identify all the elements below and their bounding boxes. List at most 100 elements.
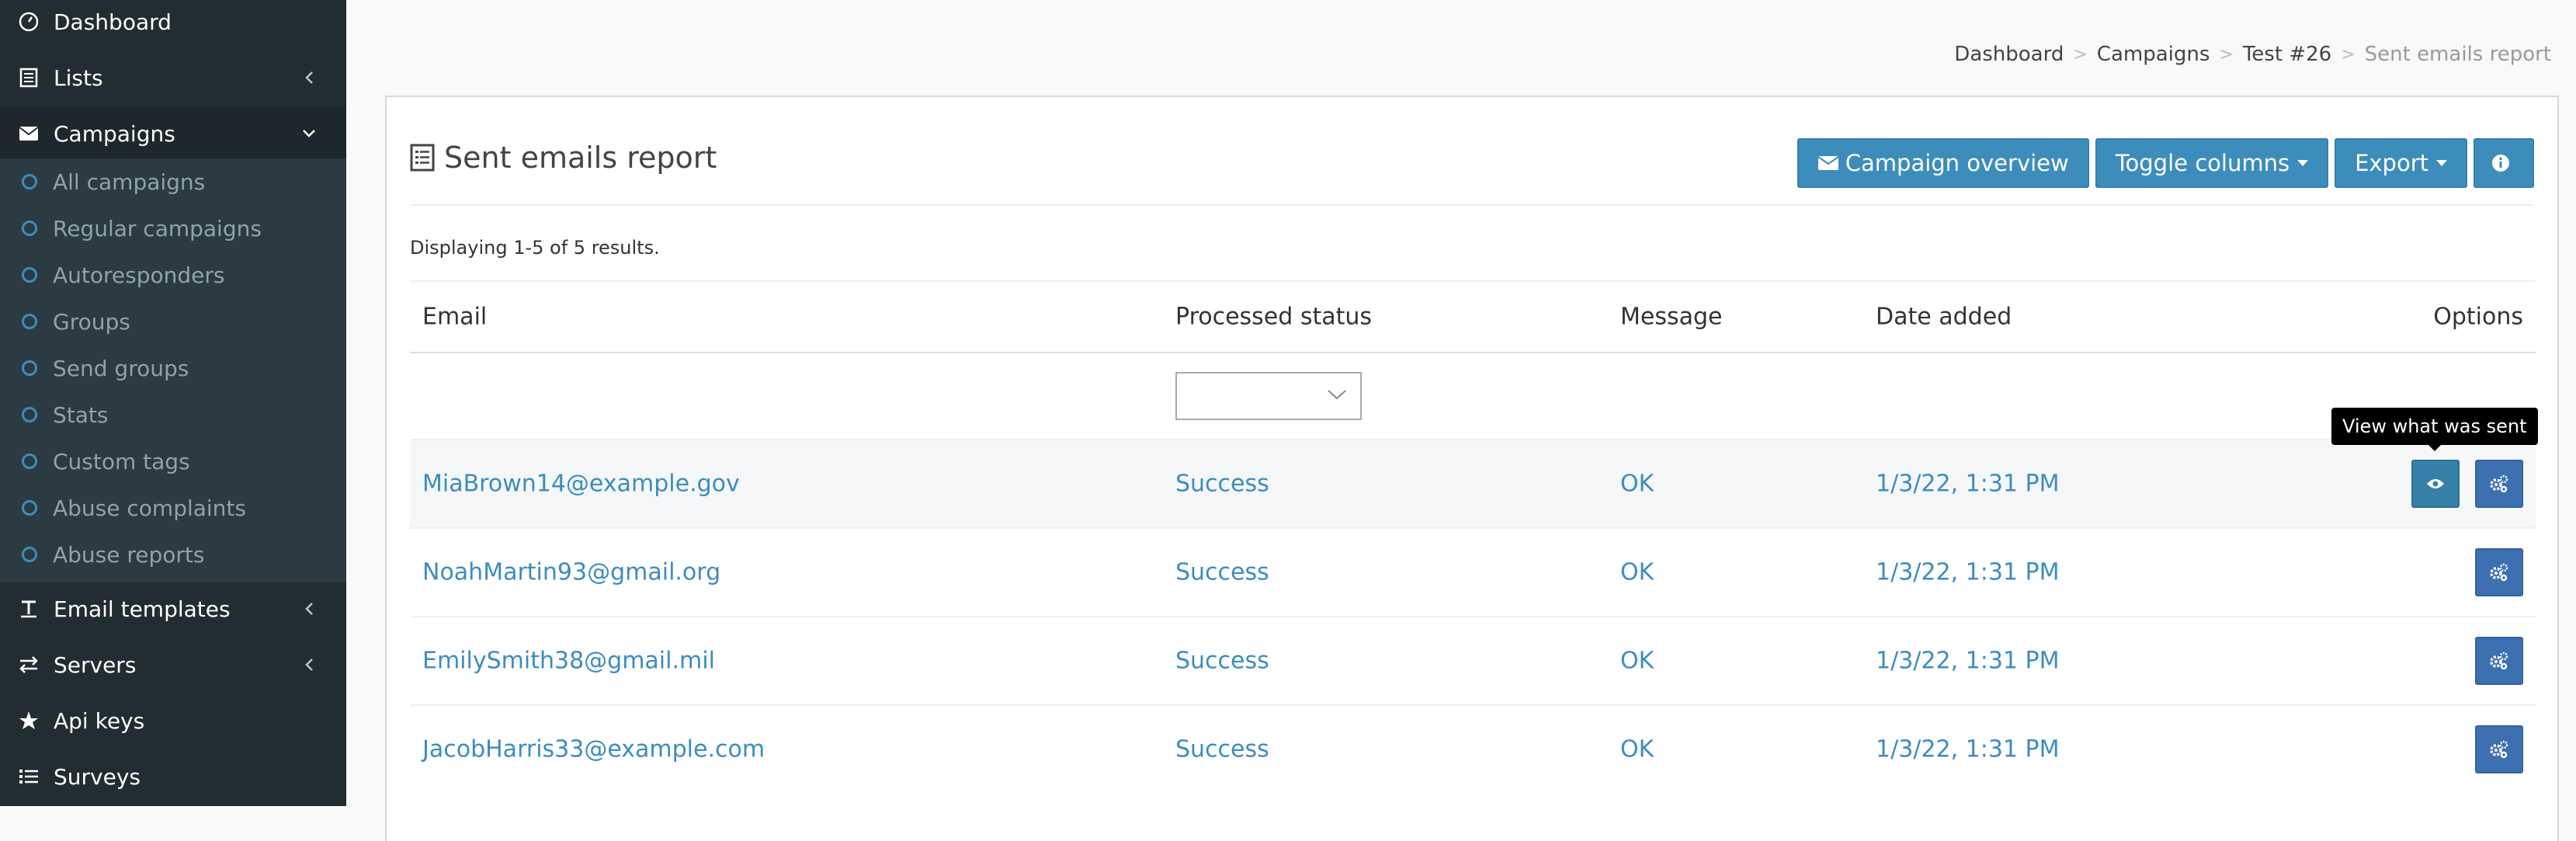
chevron-down-icon <box>301 126 317 141</box>
manage-button[interactable] <box>2475 637 2523 685</box>
toggle-columns-label: Toggle columns <box>2115 150 2290 176</box>
tooltip-arrow <box>2427 444 2442 451</box>
table-header: Email Processed status Message Date adde… <box>410 280 2536 352</box>
sidebar-item-servers[interactable]: Servers <box>0 637 346 693</box>
message-cell: OK <box>1620 735 1654 763</box>
breadcrumb-separator: > <box>2341 44 2356 64</box>
circle-icon <box>22 454 37 469</box>
status-cell: Success <box>1175 647 1269 675</box>
manage-button[interactable] <box>2475 548 2523 596</box>
sidebar-subitem-label: Custom tags <box>53 448 190 474</box>
view-sent-button[interactable] <box>2411 460 2460 508</box>
column-header-email[interactable]: Email <box>422 304 487 331</box>
sidebar-subitem-abuse-reports[interactable]: Abuse reports <box>0 531 346 578</box>
sidebar-item-label: Campaigns <box>54 120 175 147</box>
status-cell: Success <box>1175 735 1269 763</box>
table-row: EmilySmith38@gmail.mil Success OK 1/3/22… <box>410 616 2536 704</box>
dashboard-icon <box>17 10 40 33</box>
sidebar-subitem-label: Groups <box>53 308 130 335</box>
circle-icon <box>22 360 37 376</box>
sidebar-item-api-keys[interactable]: Api keys <box>0 693 346 749</box>
circle-icon <box>22 547 37 562</box>
manage-button[interactable] <box>2475 460 2523 508</box>
circle-icon <box>22 314 37 329</box>
message-cell: OK <box>1620 558 1654 586</box>
info-icon <box>2492 155 2509 172</box>
email-link[interactable]: NoahMartin93@gmail.org <box>422 559 720 586</box>
circle-icon <box>22 267 37 283</box>
campaign-overview-label: Campaign overview <box>1845 150 2069 176</box>
sidebar-item-dashboard[interactable]: Dashboard <box>0 0 346 50</box>
toggle-columns-button[interactable]: Toggle columns <box>2095 138 2329 188</box>
table-row: NoahMartin93@gmail.org Success OK 1/3/22… <box>410 527 2536 616</box>
export-button[interactable]: Export <box>2335 138 2467 188</box>
sidebar-item-label: Dashboard <box>54 9 172 35</box>
circle-icon <box>22 407 37 422</box>
breadcrumb-campaigns[interactable]: Campaigns <box>2097 43 2210 66</box>
sidebar-item-campaigns[interactable]: Campaigns <box>0 106 346 162</box>
status-cell: Success <box>1175 558 1269 586</box>
box-tools: Campaign overview Toggle columns Export <box>1791 138 2534 188</box>
sidebar-item-email-templates[interactable]: Email templates <box>0 581 346 637</box>
sidebar-item-label: Surveys <box>54 763 141 790</box>
sidebar-subitem-label: Stats <box>53 401 109 428</box>
sidebar-subitem-stats[interactable]: Stats <box>0 391 346 438</box>
column-header-date[interactable]: Date added <box>1876 304 2012 331</box>
breadcrumb-dashboard[interactable]: Dashboard <box>1954 43 2064 66</box>
list-ul-icon <box>17 765 40 788</box>
sidebar-item-label: Api keys <box>54 707 145 734</box>
email-link[interactable]: EmilySmith38@gmail.mil <box>422 648 715 675</box>
email-link[interactable]: MiaBrown14@example.gov <box>422 471 740 498</box>
sidebar-subitem-custom-tags[interactable]: Custom tags <box>0 438 346 485</box>
info-button[interactable] <box>2474 138 2534 188</box>
cogs-icon <box>2490 652 2508 670</box>
sidebar-subitem-label: All campaigns <box>53 169 206 195</box>
sidebar-subitem-groups[interactable]: Groups <box>0 298 346 345</box>
date-cell: 1/3/22, 1:31 PM <box>1876 647 2060 675</box>
sidebar-subitem-autoresponders[interactable]: Autoresponders <box>0 252 346 298</box>
sidebar-subitem-label: Send groups <box>53 355 189 381</box>
campaign-overview-button[interactable]: Campaign overview <box>1797 138 2089 188</box>
breadcrumb-separator: > <box>2073 44 2088 64</box>
sidebar-subitem-regular-campaigns[interactable]: Regular campaigns <box>0 205 346 252</box>
breadcrumb-separator: > <box>2219 44 2234 64</box>
sidebar-subitem-label: Regular campaigns <box>53 215 262 242</box>
eye-icon <box>2427 479 2444 488</box>
column-header-options: Options <box>2433 303 2523 331</box>
list-alt-icon <box>410 144 435 172</box>
cogs-icon <box>2490 474 2508 493</box>
caret-down-icon <box>2297 160 2309 166</box>
campaigns-submenu: All campaigns Regular campaigns Autoresp… <box>0 158 346 582</box>
sidebar-subitem-send-groups[interactable]: Send groups <box>0 345 346 391</box>
sidebar: Dashboard Lists Campaigns All campaigns … <box>0 0 346 806</box>
column-header-message[interactable]: Message <box>1620 304 1722 331</box>
circle-icon <box>22 500 37 516</box>
page-title-text: Sent emails report <box>444 141 717 175</box>
date-cell: 1/3/22, 1:31 PM <box>1876 558 2060 586</box>
sidebar-item-label: Servers <box>54 652 137 678</box>
envelope-icon <box>1817 156 1839 170</box>
message-cell: OK <box>1620 470 1654 498</box>
breadcrumb-campaign[interactable]: Test #26 <box>2243 43 2331 66</box>
manage-button[interactable] <box>2475 725 2523 773</box>
breadcrumb-current: Sent emails report <box>2364 43 2551 66</box>
filter-row <box>410 352 2536 439</box>
list-icon <box>17 66 40 89</box>
chevron-down-icon <box>1326 388 1348 404</box>
sidebar-item-lists[interactable]: Lists <box>0 50 346 106</box>
sidebar-subitem-label: Abuse complaints <box>53 495 246 521</box>
sidebar-item-surveys[interactable]: Surveys <box>0 749 346 805</box>
report-box: Sent emails report Campaign overview Tog… <box>385 96 2559 841</box>
sidebar-subitem-abuse-complaints[interactable]: Abuse complaints <box>0 485 346 531</box>
envelope-icon <box>17 122 40 145</box>
circle-icon <box>22 221 37 236</box>
breadcrumb: Dashboard > Campaigns > Test #26 > Sent … <box>1954 43 2551 66</box>
sidebar-subitem-label: Autoresponders <box>53 262 225 288</box>
circle-icon <box>22 174 37 189</box>
sidebar-subitem-all-campaigns[interactable]: All campaigns <box>0 158 346 205</box>
column-header-status[interactable]: Processed status <box>1175 304 1372 331</box>
status-filter-select[interactable] <box>1175 372 1362 420</box>
message-cell: OK <box>1620 647 1654 675</box>
email-link[interactable]: JacobHarris33@example.com <box>422 736 765 763</box>
export-label: Export <box>2355 150 2428 176</box>
